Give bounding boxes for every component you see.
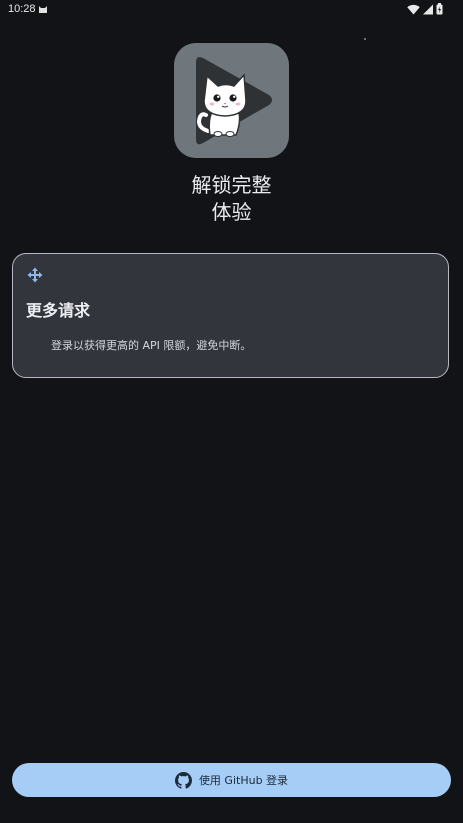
directions-arrows-icon [27, 267, 43, 283]
github-icon [174, 771, 192, 789]
github-login-button[interactable]: 使用 GitHub 登录 [12, 763, 451, 797]
status-time: 10:28 [8, 3, 36, 15]
status-bar: 10:28 [0, 0, 463, 20]
page-title: 解锁完整 体验 [0, 172, 463, 226]
decorative-dot [364, 38, 366, 40]
card-description: 登录以获得更高的 API 限额，避免中断。 [51, 339, 252, 352]
cat-play-logo-icon [196, 57, 272, 145]
wifi-icon [407, 4, 420, 14]
app-logo [174, 43, 289, 158]
title-line-1: 解锁完整 [191, 173, 272, 197]
login-button-label: 使用 GitHub 登录 [198, 774, 289, 787]
title-line-2: 体验 [211, 200, 252, 224]
signal-icon [423, 4, 433, 14]
battery-icon [436, 3, 443, 15]
status-icons [407, 3, 443, 15]
feature-card-more-requests: 更多请求 登录以获得更高的 API 限额，避免中断。 [12, 253, 449, 378]
card-title: 更多请求 [26, 301, 91, 320]
cat-notification-icon [39, 6, 47, 13]
